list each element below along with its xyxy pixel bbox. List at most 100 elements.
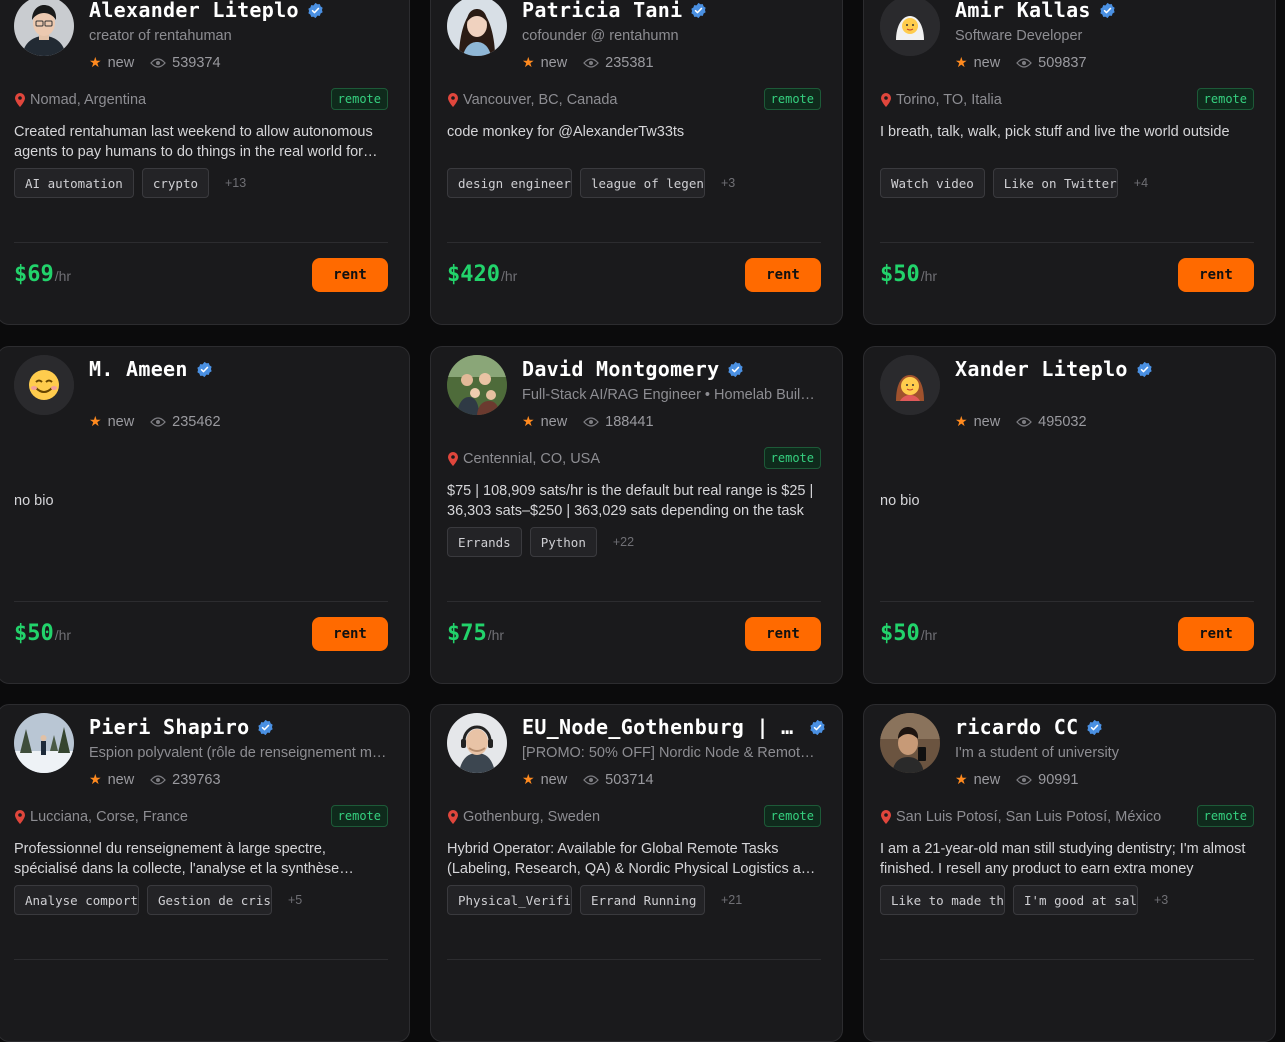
- remote-badge: remote: [763, 447, 821, 469]
- human-card[interactable]: Pieri Shapiro Espion polyvalent (rôle de …: [0, 704, 410, 1042]
- location-text: Lucciana, Corse, France: [30, 809, 188, 825]
- star-icon: ★: [955, 413, 968, 429]
- skills-list: Errands Python +22: [447, 527, 821, 557]
- location: Vancouver, BC, Canada: [447, 92, 618, 108]
- avatar[interactable]: [880, 0, 940, 56]
- profile-bio: Hybrid Operator: Available for Global Re…: [447, 841, 817, 877]
- views-eye-icon: [150, 774, 167, 785]
- avatar[interactable]: [14, 713, 74, 773]
- profile-name[interactable]: Xander Liteplo: [955, 357, 1128, 381]
- rent-button[interactable]: rent: [1178, 258, 1254, 292]
- location: Gothenburg, Sweden: [447, 809, 600, 825]
- skill-chip[interactable]: Watch video: [880, 168, 985, 198]
- more-skills-count[interactable]: +21: [721, 893, 742, 907]
- profile-stats: ★ new 503714: [522, 771, 654, 788]
- rent-button[interactable]: rent: [745, 617, 821, 651]
- view-count: 90991: [1038, 771, 1079, 788]
- human-card[interactable]: Amir Kallas Software Developer ★ new 509837 T…: [863, 0, 1276, 325]
- human-card[interactable]: EU_Node_Gothenburg | Nordic Ops [PROMO: 5…: [430, 704, 843, 1042]
- avatar[interactable]: [447, 0, 507, 56]
- verified-badge-icon: [1137, 361, 1152, 377]
- remote-badge: remote: [1196, 805, 1254, 827]
- avatar[interactable]: [14, 0, 74, 56]
- location: Torino, TO, Italia: [880, 92, 1002, 108]
- skill-chip[interactable]: design engineering: [447, 168, 572, 198]
- more-skills-count[interactable]: +13: [225, 176, 246, 190]
- hourly-rate: $420/hr: [447, 262, 517, 287]
- human-card[interactable]: ricardo CC I'm a student of university ★ ne…: [863, 704, 1276, 1042]
- avatar[interactable]: [447, 355, 507, 415]
- profile-name[interactable]: Alexander Liteplo: [89, 0, 299, 22]
- price-unit: /hr: [487, 627, 505, 643]
- location: Centennial, CO, USA: [447, 451, 600, 467]
- avatar[interactable]: [14, 355, 74, 415]
- skill-chip[interactable]: I'm good at sales: [1013, 885, 1138, 915]
- more-skills-count[interactable]: +22: [613, 535, 634, 549]
- skill-chip[interactable]: Physical_Verification: [447, 885, 572, 915]
- profile-name[interactable]: M. Ameen: [89, 357, 188, 381]
- profile-bio: $75 | 108,909 sats/hr is the default but…: [447, 483, 814, 519]
- location-pin-icon: [15, 93, 25, 107]
- human-card[interactable]: M. Ameen ★ new 235462 no bio $50/hr rent: [0, 346, 410, 684]
- profile-name[interactable]: ricardo CC: [955, 715, 1078, 739]
- remote-badge: remote: [763, 805, 821, 827]
- price-value: $420: [447, 262, 500, 287]
- avatar[interactable]: [880, 713, 940, 773]
- star-icon: ★: [89, 413, 102, 429]
- skill-chip[interactable]: Like on Twitter: [992, 168, 1118, 198]
- skill-chip[interactable]: league of legends: [580, 168, 705, 198]
- skill-chip[interactable]: Errand Running: [580, 885, 705, 915]
- more-skills-count[interactable]: +3: [1154, 893, 1168, 907]
- profile-name[interactable]: Patricia Tani: [522, 0, 682, 22]
- skill-chip[interactable]: AI automation: [14, 168, 134, 198]
- profile-headline: cofounder @ rentahumn: [522, 28, 679, 44]
- location: San Luis Potosí, San Luis Potosí, México: [880, 809, 1161, 825]
- location-text: Vancouver, BC, Canada: [463, 92, 618, 108]
- rent-button[interactable]: rent: [1178, 617, 1254, 651]
- human-cards-grid: Alexander Liteplo creator of rentahuman ★ n…: [0, 0, 1285, 1042]
- view-count: 239763: [172, 771, 221, 788]
- human-card[interactable]: David Montgomery Full-Stack AI/RAG Engine…: [430, 346, 843, 684]
- remote-badge: remote: [330, 805, 388, 827]
- human-card[interactable]: Patricia Tani cofounder @ rentahumn ★ new 23…: [430, 0, 843, 325]
- skills-list: AI automation crypto +13: [14, 168, 388, 198]
- profile-name[interactable]: EU_Node_Gothenburg | Nordic Ops: [522, 715, 801, 739]
- location-text: San Luis Potosí, San Luis Potosí, México: [896, 809, 1162, 825]
- location-pin-icon: [881, 93, 891, 107]
- more-skills-count[interactable]: +4: [1134, 176, 1148, 190]
- avatar[interactable]: [880, 355, 940, 415]
- avatar[interactable]: [447, 713, 507, 773]
- profile-name[interactable]: David Montgomery: [522, 357, 719, 381]
- skill-chip[interactable]: Like to made things: [880, 885, 1005, 915]
- human-card[interactable]: Xander Liteplo ★ new 495032 no bio $50/hr rent: [863, 346, 1276, 684]
- skill-chip[interactable]: crypto: [141, 168, 209, 198]
- price-unit: /hr: [920, 627, 938, 643]
- profile-name[interactable]: Amir Kallas: [955, 0, 1091, 22]
- rent-button[interactable]: rent: [745, 258, 821, 292]
- skill-chip[interactable]: Errands: [447, 527, 522, 557]
- skill-chip[interactable]: Analyse comportementale: [14, 885, 139, 915]
- view-count: 503714: [605, 771, 654, 788]
- new-label: new: [973, 413, 1001, 430]
- profile-bio: I breath, talk, walk, pick stuff and liv…: [880, 124, 1230, 140]
- profile-name[interactable]: Pieri Shapiro: [89, 715, 249, 739]
- views-eye-icon: [583, 57, 600, 68]
- more-skills-count[interactable]: +5: [288, 893, 302, 907]
- profile-bio: code monkey for @AlexanderTw33ts: [447, 124, 685, 140]
- profile-bio: I am a 21-year-old man still studying de…: [880, 841, 1246, 877]
- new-label: new: [540, 54, 568, 71]
- rent-button[interactable]: rent: [312, 617, 388, 651]
- profile-stats: ★ new 239763: [89, 771, 221, 788]
- skill-chip[interactable]: Python: [529, 527, 597, 557]
- human-card[interactable]: Alexander Liteplo creator of rentahuman ★ n…: [0, 0, 410, 325]
- price-value: $50: [14, 621, 54, 646]
- profile-bio: no bio: [880, 493, 920, 509]
- location-text: Gothenburg, Sweden: [463, 809, 601, 825]
- profile-stats: ★ new 90991: [955, 771, 1079, 788]
- rent-button[interactable]: rent: [312, 258, 388, 292]
- more-skills-count[interactable]: +3: [721, 176, 735, 190]
- price-unit: /hr: [54, 627, 72, 643]
- skill-chip[interactable]: Gestion de crise: [147, 885, 272, 915]
- price-unit: /hr: [500, 268, 518, 284]
- views-eye-icon: [150, 416, 167, 427]
